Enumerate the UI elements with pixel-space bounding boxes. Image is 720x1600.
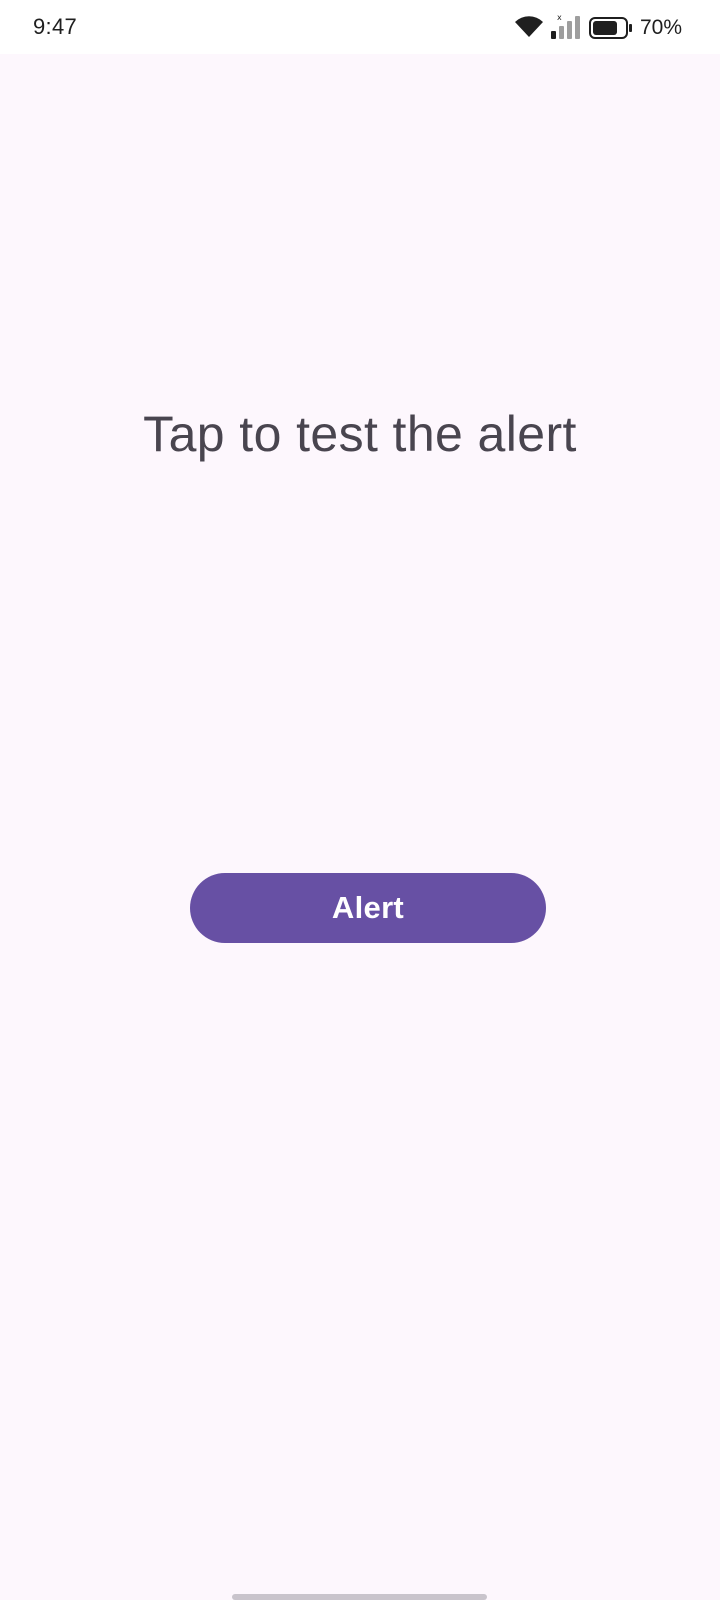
alert-button[interactable]: Alert xyxy=(190,873,546,943)
gesture-nav-handle[interactable] xyxy=(232,1594,487,1600)
wifi-icon xyxy=(514,16,544,43)
signal-icon: x xyxy=(549,12,585,45)
status-bar: 9:47 x 70% xyxy=(0,0,720,54)
battery-percent: 70% xyxy=(640,16,683,39)
page-headline: Tap to test the alert xyxy=(143,406,577,462)
status-time: 9:47 xyxy=(33,14,78,39)
svg-text:x: x xyxy=(557,13,562,22)
battery-icon xyxy=(589,17,633,44)
